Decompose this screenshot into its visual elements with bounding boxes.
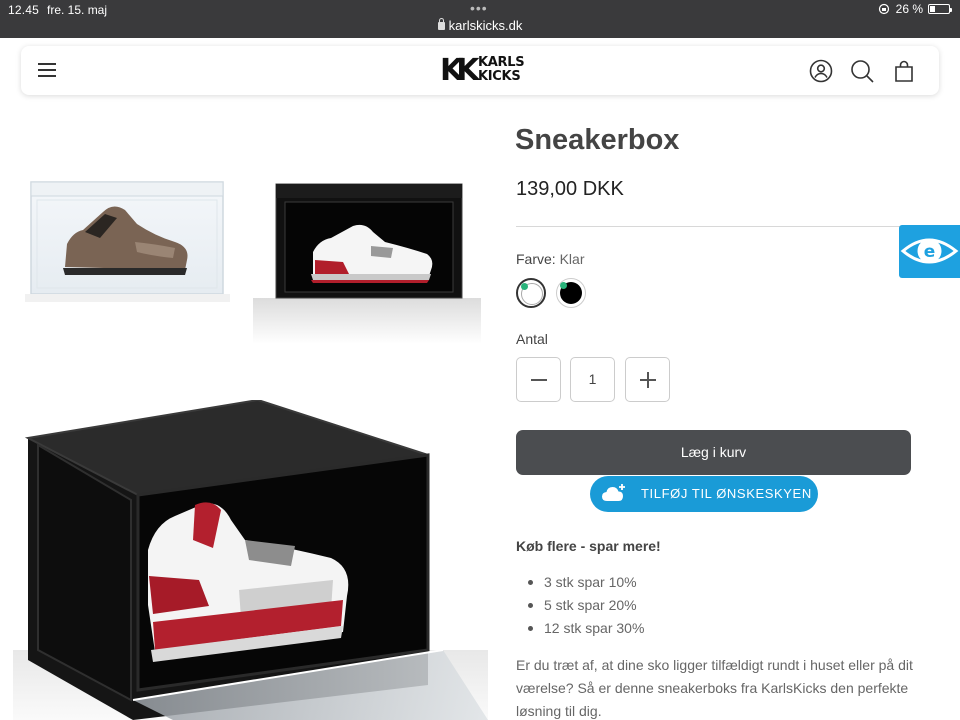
- menu-icon[interactable]: [38, 63, 56, 77]
- wishlist-button[interactable]: TILFØJ TIL ØNSKESKYEN: [590, 476, 818, 512]
- product-image-clear-box[interactable]: [25, 172, 230, 302]
- product-image-main[interactable]: [13, 400, 488, 720]
- product-price: 139,00 DKK: [516, 178, 624, 200]
- url-text: karlskicks.dk: [448, 18, 523, 33]
- address-bar[interactable]: karlskicks.dk: [0, 18, 960, 33]
- add-to-cart-button[interactable]: Læg i kurv: [516, 430, 911, 475]
- divider: [516, 226, 911, 227]
- multitasking-dots-icon[interactable]: •••: [470, 0, 488, 16]
- e-mark-icon: e: [900, 238, 959, 264]
- bag-icon[interactable]: [892, 59, 916, 83]
- battery-icon: [928, 4, 952, 14]
- lock-icon: [437, 18, 445, 30]
- color-label: Farve: Klar: [516, 251, 585, 267]
- battery-percent: 26 %: [895, 2, 923, 16]
- available-dot-icon: [560, 282, 567, 289]
- quantity-decrease-button[interactable]: [516, 357, 561, 402]
- promo-list: 3 stk spar 10% 5 stk spar 20% 12 stk spa…: [516, 574, 644, 643]
- orientation-lock-icon: [878, 3, 889, 15]
- search-icon[interactable]: [850, 59, 874, 83]
- product-image-black-box[interactable]: [253, 178, 481, 344]
- promo-item: 3 stk spar 10%: [516, 574, 644, 597]
- status-date: fre. 15. maj: [47, 3, 108, 17]
- swatch-clear[interactable]: [516, 278, 546, 308]
- svg-text:e: e: [924, 242, 936, 262]
- promo-item: 5 stk spar 20%: [516, 597, 644, 620]
- logo[interactable]: KK KARLS KICKS: [440, 53, 525, 88]
- logo-text: KARLS KICKS: [478, 55, 525, 84]
- promo-item: 12 stk spar 30%: [516, 620, 644, 643]
- product-description: Er du træt af, at dine sko ligger tilfæl…: [516, 657, 913, 719]
- status-time: 12.45: [8, 3, 40, 17]
- promo-title: Køb flere - spar mere!: [516, 538, 661, 554]
- selected-dot-icon: [521, 283, 528, 290]
- swatch-black[interactable]: [556, 278, 586, 308]
- logo-mark: KK: [440, 53, 479, 88]
- quantity-input[interactable]: 1: [570, 357, 615, 402]
- color-value: Klar: [559, 251, 585, 267]
- quantity-increase-button[interactable]: [625, 357, 670, 402]
- status-bar: 12.45 fre. 15. maj ••• karlskicks.dk 26 …: [0, 0, 960, 38]
- account-icon[interactable]: [809, 59, 833, 83]
- site-header: KK KARLS KICKS: [21, 46, 939, 95]
- e-mark-badge[interactable]: e: [899, 225, 960, 278]
- product-title: Sneakerbox: [515, 124, 680, 156]
- wishlist-label: TILFØJ TIL ØNSKESKYEN: [641, 486, 812, 501]
- cloud-plus-icon: [602, 484, 625, 501]
- status-indicators: 26 %: [877, 2, 952, 16]
- quantity-label: Antal: [516, 331, 548, 347]
